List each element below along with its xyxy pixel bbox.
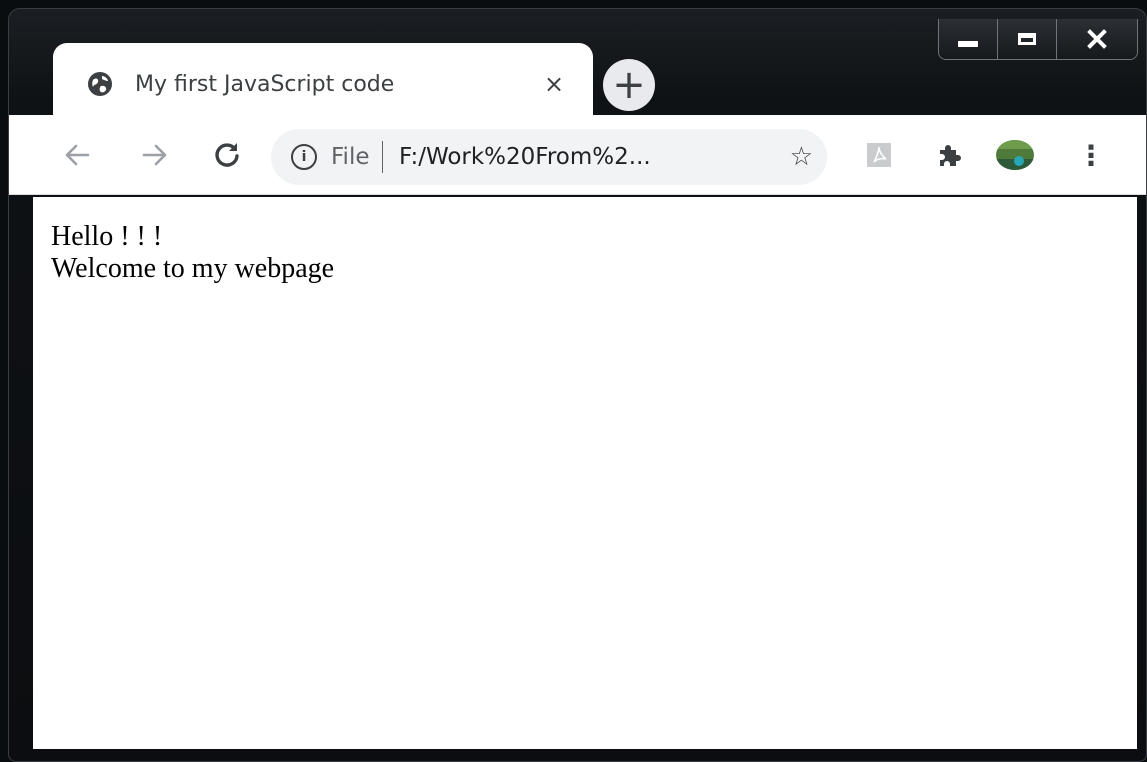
omnibox-divider: [381, 141, 383, 173]
menu-kebab-icon[interactable]: ⋮: [1071, 135, 1111, 175]
pdf-extension-icon[interactable]: [859, 135, 899, 175]
back-button[interactable]: [57, 135, 97, 175]
address-bar[interactable]: i File F:/Work%20From%2... ☆: [271, 129, 827, 185]
browser-toolbar: i File F:/Work%20From%2... ☆ ⋮: [9, 115, 1146, 195]
minimize-button[interactable]: [939, 19, 997, 59]
globe-icon: [87, 71, 113, 97]
page-viewport: Hello ! ! ! Welcome to my webpage: [33, 197, 1137, 749]
bookmark-star-icon[interactable]: ☆: [790, 142, 813, 172]
browser-window: My first JavaScript code × + i File F:/W…: [0, 0, 1147, 762]
reload-button[interactable]: [207, 135, 247, 175]
maximize-button[interactable]: [997, 19, 1056, 59]
page-body: Hello ! ! ! Welcome to my webpage: [33, 197, 1137, 285]
tab-close-button[interactable]: ×: [539, 70, 569, 98]
window-controls: [938, 19, 1138, 60]
url-scheme-label: File: [331, 144, 370, 170]
window-frame: My first JavaScript code × + i File F:/W…: [8, 8, 1147, 762]
reload-icon: [215, 143, 239, 167]
puzzle-icon[interactable]: [929, 135, 969, 175]
welcome-line: Welcome to my webpage: [51, 253, 335, 284]
close-icon: [1087, 29, 1107, 49]
close-window-button[interactable]: [1056, 19, 1137, 59]
tab-title: My first JavaScript code: [135, 71, 395, 97]
url-text[interactable]: F:/Work%20From%2...: [399, 144, 790, 170]
info-icon[interactable]: i: [291, 144, 317, 170]
hello-line: Hello ! ! !: [51, 221, 163, 252]
profile-avatar[interactable]: [995, 135, 1035, 175]
forward-arrow-icon: [142, 144, 167, 166]
tab-active[interactable]: My first JavaScript code ×: [53, 43, 593, 125]
back-arrow-icon: [65, 144, 90, 166]
new-tab-button[interactable]: +: [603, 59, 655, 111]
maximize-icon: [1018, 33, 1036, 45]
forward-button[interactable]: [135, 135, 175, 175]
minimize-icon: [958, 41, 978, 47]
